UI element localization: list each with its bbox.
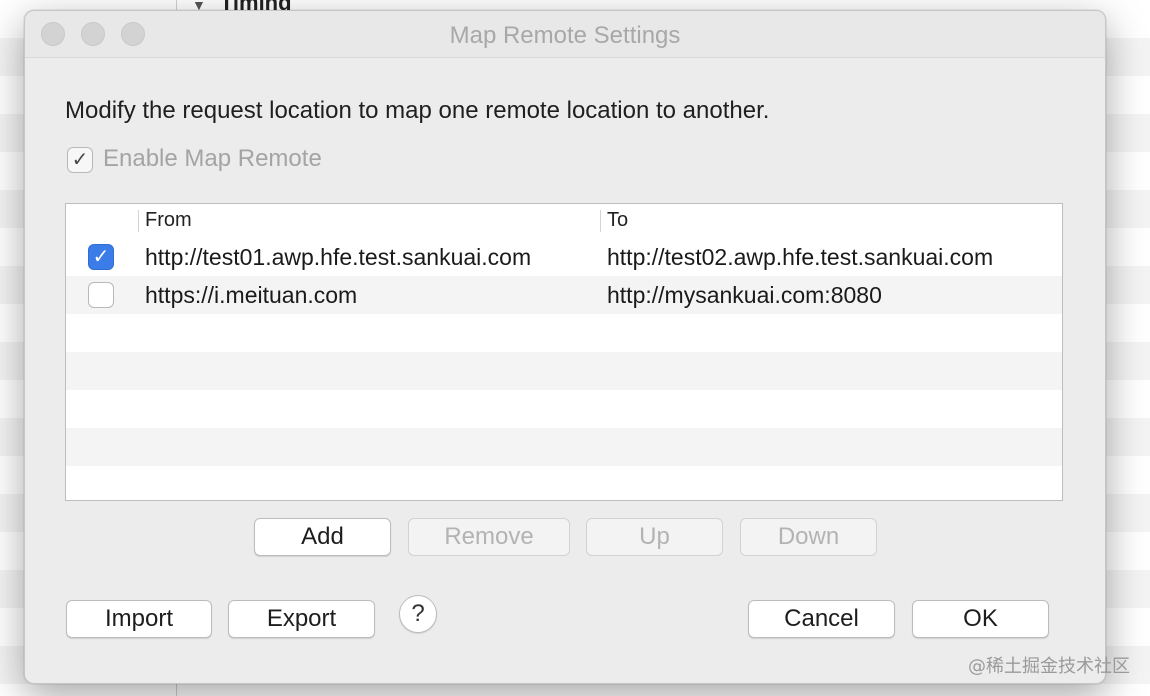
down-button[interactable]: Down <box>740 518 877 556</box>
map-remote-settings-dialog: Map Remote Settings Modify the request l… <box>24 10 1106 684</box>
ok-button[interactable]: OK <box>912 600 1049 638</box>
row-enabled-checkbox[interactable]: ✓ <box>88 244 114 270</box>
empty-row <box>66 314 1062 352</box>
table-row[interactable]: ✓ http://test01.awp.hfe.test.sankuai.com… <box>66 238 1062 276</box>
remove-button[interactable]: Remove <box>408 518 570 556</box>
enable-map-remote-checkbox[interactable]: ✓ <box>67 147 93 173</box>
row-to-cell: http://mysankuai.com:8080 <box>607 282 882 308</box>
table-header: From To <box>66 204 1062 239</box>
import-button[interactable]: Import <box>66 600 212 638</box>
empty-row <box>66 390 1062 428</box>
row-to-cell: http://test02.awp.hfe.test.sankuai.com <box>607 244 994 270</box>
column-header-to[interactable]: To <box>607 209 628 232</box>
row-from-cell: https://i.meituan.com <box>145 282 358 308</box>
row-from-cell: http://test01.awp.hfe.test.sankuai.com <box>145 244 532 270</box>
description-text: Modify the request location to map one r… <box>65 97 770 124</box>
column-separator <box>138 210 139 232</box>
title-bar: Map Remote Settings <box>25 11 1105 58</box>
dialog-title: Map Remote Settings <box>449 22 681 49</box>
add-button[interactable]: Add <box>254 518 391 556</box>
enable-map-remote-label: Enable Map Remote <box>103 145 322 172</box>
row-enabled-checkbox[interactable] <box>88 282 114 308</box>
column-separator <box>600 210 601 232</box>
column-header-from[interactable]: From <box>145 209 192 232</box>
watermark: @稀土掘金技术社区 <box>968 656 1130 677</box>
table-row[interactable]: https://i.meituan.com http://mysankuai.c… <box>66 276 1062 314</box>
export-button[interactable]: Export <box>228 600 375 638</box>
empty-row <box>66 466 1062 500</box>
up-button[interactable]: Up <box>586 518 723 556</box>
empty-row <box>66 428 1062 466</box>
cancel-button[interactable]: Cancel <box>748 600 895 638</box>
mappings-table: From To ✓ http://test01.awp.hfe.test.san… <box>65 203 1063 501</box>
empty-row <box>66 352 1062 390</box>
help-button[interactable]: ? <box>399 595 437 633</box>
